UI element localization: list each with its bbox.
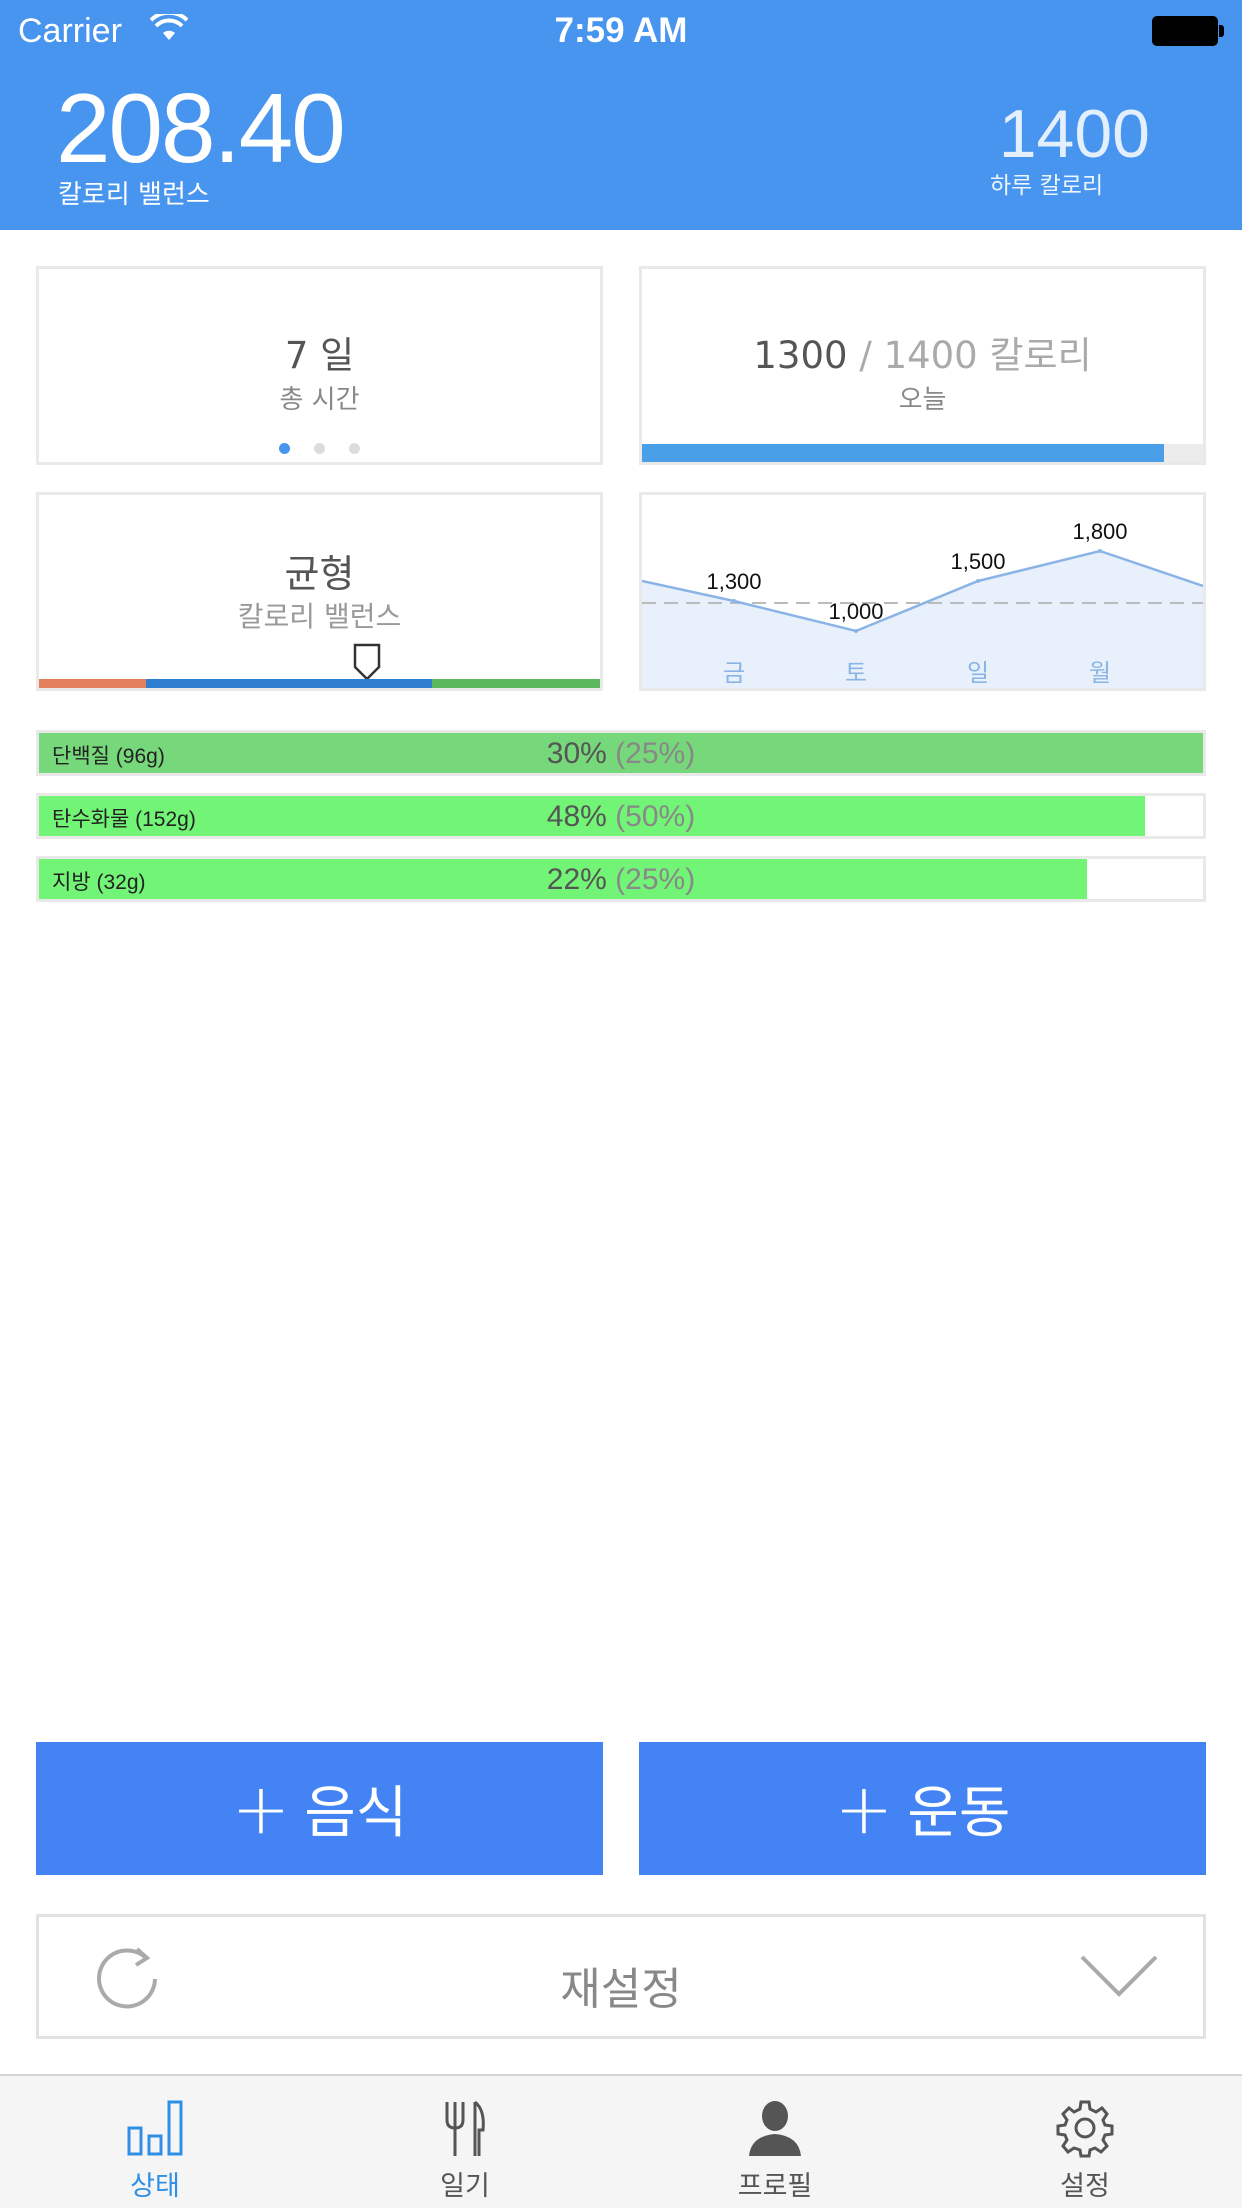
macro-target: (50%) — [615, 800, 696, 833]
today-goal: 1400 칼로리 — [883, 334, 1092, 377]
today-label: 오늘 — [898, 385, 947, 415]
add-food-label: 음식 — [304, 1781, 408, 1846]
balance-segment-0 — [39, 679, 146, 688]
today-progress-track — [642, 444, 1203, 462]
add-exercise-label: 운동 — [907, 1781, 1011, 1846]
macro-percent: 30% (25%) — [1, 737, 1241, 771]
status-bar: Carrier 7:59 AM — [0, 0, 1242, 60]
today-progress-fill — [642, 444, 1164, 462]
tab-profile[interactable]: 프로필 — [620, 2076, 930, 2208]
tab-settings-label: 설정 — [1060, 2171, 1110, 2202]
tab-settings[interactable]: 설정 — [930, 2076, 1240, 2208]
reset-label: 재설정 — [560, 1964, 682, 2015]
reset-button[interactable]: 재설정 — [36, 1914, 1206, 2039]
chart-plot: 1,300 금 1,000 토 1,500 일 1,800 월 — [642, 519, 1203, 688]
chart-data-label: 1,000 — [828, 599, 883, 624]
balance-range-bar — [39, 679, 600, 688]
header: Carrier 7:59 AM 208.40 칼로리 밸런스 1400 하루 칼… — [0, 0, 1242, 230]
plus-icon: + — [231, 1767, 291, 1850]
add-exercise-button[interactable]: + 운동 — [639, 1742, 1206, 1875]
battery-icon — [1152, 16, 1224, 46]
chart-point — [1098, 549, 1102, 553]
balance-segment-2 — [431, 679, 600, 688]
tab-diary[interactable]: 일기 — [310, 2076, 620, 2208]
chart-point — [854, 629, 858, 633]
macro-row: 지방 (32g) 22% (25%) — [36, 856, 1206, 902]
balance-status: 균형 — [284, 552, 355, 596]
chart-tick-label: 금 — [723, 659, 745, 687]
fork-knife-icon — [445, 2100, 485, 2156]
macro-target: (25%) — [615, 863, 696, 896]
chart-data-label: 1,500 — [950, 549, 1005, 574]
macro-row: 단백질 (96g) 30% (25%) — [36, 730, 1206, 776]
person-icon — [749, 2101, 801, 2156]
calorie-balance-value: 208.40 — [56, 73, 346, 183]
today-calories-card[interactable]: 1300 / 1400 칼로리 오늘 — [639, 266, 1206, 465]
chevron-down-icon[interactable] — [1079, 1953, 1159, 1999]
page-indicator[interactable] — [39, 439, 600, 458]
weekly-calorie-chart[interactable]: 1,300 금 1,000 토 1,500 일 1,800 월 — [639, 492, 1206, 691]
tab-status[interactable]: 상태 — [0, 2076, 310, 2208]
today-calories-value: 1300 / 1400 칼로리 — [642, 325, 1203, 379]
daily-calorie-value: 1400 — [998, 96, 1150, 172]
balance-marker-icon — [353, 643, 381, 681]
tab-status-label: 상태 — [130, 2171, 180, 2202]
chart-data-label: 1,300 — [706, 569, 761, 594]
tab-diary-label: 일기 — [440, 2171, 490, 2202]
chart-tick-label: 일 — [967, 659, 989, 687]
balance-label: 칼로리 밸런스 — [237, 600, 402, 633]
daily-calorie-label: 하루 칼로리 — [990, 173, 1104, 199]
chart-data-label: 1,800 — [1072, 519, 1127, 544]
chart-tick-label: 월 — [1089, 659, 1111, 687]
calorie-balance-label: 칼로리 밸런스 — [58, 180, 210, 210]
gear-icon — [1056, 2100, 1114, 2158]
chart-point — [976, 579, 980, 583]
status-time: 7:59 AM — [554, 11, 688, 50]
chart-point — [732, 599, 736, 603]
macro-actual: 30% — [546, 737, 607, 770]
macro-percent: 22% (25%) — [1, 863, 1241, 897]
balance-segment-1 — [145, 679, 432, 688]
today-consumed: 1300 — [753, 334, 848, 377]
tab-profile-label: 프로필 — [737, 2171, 813, 2202]
macro-actual: 48% — [546, 800, 607, 833]
balance-card[interactable]: 균형 칼로리 밸런스 — [36, 492, 603, 691]
bar-chart-icon — [127, 2100, 183, 2156]
today-separator: / — [847, 334, 884, 377]
total-days-value: 7 일 — [284, 334, 355, 377]
plus-icon: + — [834, 1767, 894, 1850]
page-dot[interactable] — [279, 443, 290, 454]
total-days-label: 총 시간 — [279, 385, 360, 415]
add-food-button[interactable]: + 음식 — [36, 1742, 603, 1875]
chart-tick-label: 토 — [845, 659, 867, 687]
page-dot[interactable] — [314, 443, 325, 454]
macro-row: 탄수화물 (152g) 48% (50%) — [36, 793, 1206, 839]
macro-actual: 22% — [546, 863, 607, 896]
macro-percent: 48% (50%) — [1, 800, 1241, 834]
tab-bar: 상태 일기 프로필 설정 — [0, 2074, 1242, 2208]
total-days-card[interactable]: 7 일 총 시간 — [36, 266, 603, 465]
page-dot[interactable] — [349, 443, 360, 454]
macro-target: (25%) — [615, 737, 696, 770]
